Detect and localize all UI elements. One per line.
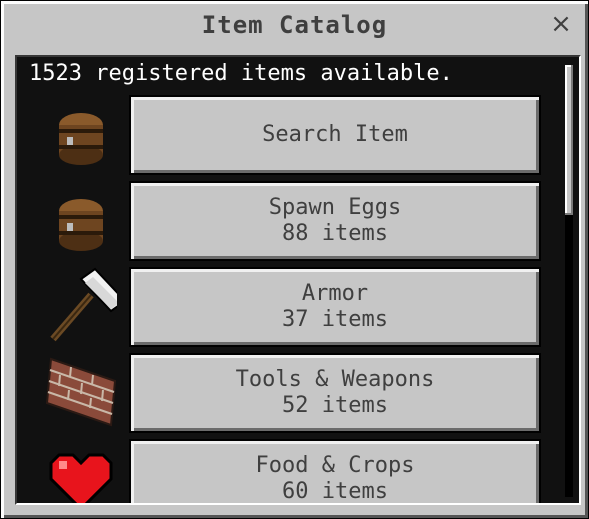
window-title: Item Catalog	[201, 11, 388, 39]
list-item: Tools & Weapons 52 items	[17, 353, 547, 435]
heart-icon	[45, 449, 117, 503]
tools-weapons-button[interactable]: Tools & Weapons 52 items	[129, 353, 541, 433]
button-label: Tools & Weapons	[235, 367, 435, 392]
list-item: Search Item	[17, 95, 547, 177]
item-count: 60 items	[282, 479, 388, 504]
search-item-button[interactable]: Search Item	[129, 95, 541, 175]
item-count: 88 items	[282, 221, 388, 246]
scrollbar-thumb[interactable]	[565, 65, 573, 215]
button-label: Food & Crops	[255, 453, 415, 478]
spawn-eggs-button[interactable]: Spawn Eggs 88 items	[129, 181, 541, 261]
scrollbar[interactable]	[565, 65, 573, 497]
item-catalog-window: Item Catalog × 1523 registered items ava…	[0, 0, 589, 519]
list-item: Spawn Eggs 88 items	[17, 181, 547, 263]
food-crops-button[interactable]: Food & Crops 60 items	[129, 439, 541, 504]
hammer-icon	[45, 267, 127, 343]
close-button[interactable]: ×	[548, 9, 574, 39]
armor-button[interactable]: Armor 37 items	[129, 267, 541, 347]
item-count: 37 items	[282, 307, 388, 332]
list-item: Armor 37 items	[17, 267, 547, 349]
list-item: Food & Crops 60 items	[17, 439, 547, 504]
chest-icon	[45, 191, 117, 257]
brick-icon	[45, 357, 117, 429]
button-label: Spawn Eggs	[268, 195, 402, 220]
button-label: Search Item	[262, 122, 408, 147]
chest-icon	[45, 105, 117, 171]
item-count-summary: 1523 registered items available.	[29, 61, 453, 86]
item-count: 52 items	[282, 393, 388, 418]
catalog-list-panel[interactable]: 1523 registered items available. Search …	[15, 55, 581, 505]
button-label: Armor	[301, 281, 369, 306]
